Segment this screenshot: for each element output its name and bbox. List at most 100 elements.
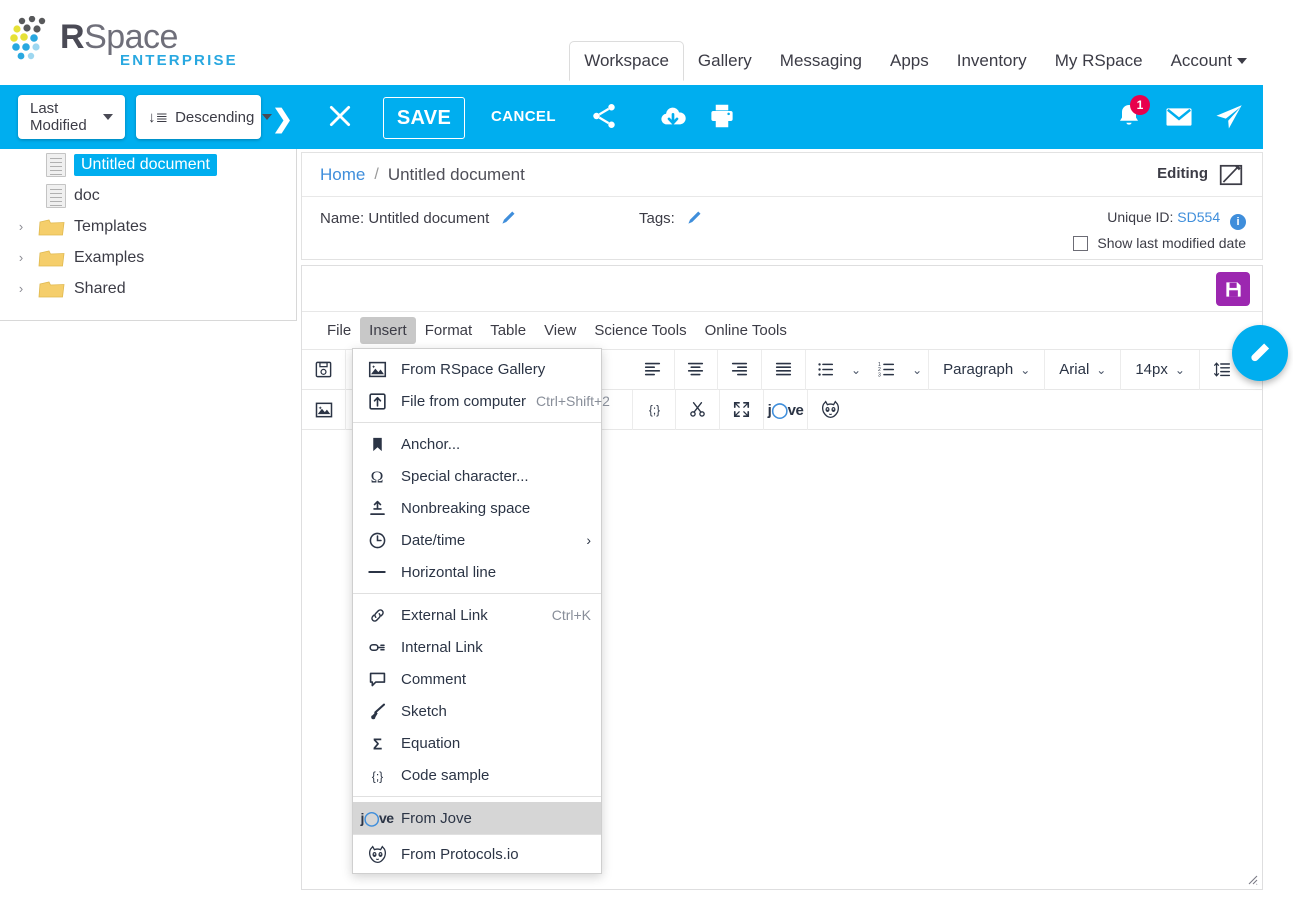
edit-square-icon[interactable]	[1218, 162, 1244, 188]
align-right-button[interactable]	[718, 349, 763, 390]
menu-item-internal-link[interactable]: Internal Link	[353, 631, 601, 663]
printer-icon[interactable]	[707, 101, 737, 131]
expand-arrow-icon[interactable]: ›	[12, 250, 30, 265]
editor-menu-bar: File Insert Format Table View Science To…	[302, 312, 1262, 350]
logo-edition-label: ENTERPRISE	[120, 52, 238, 69]
align-justify-button[interactable]	[762, 349, 807, 390]
nav-item-messaging[interactable]: Messaging	[766, 42, 876, 80]
cut-button[interactable]	[676, 389, 720, 430]
editor-menu-file[interactable]: File	[318, 317, 360, 344]
expand-arrow-icon[interactable]: ›	[12, 219, 30, 234]
cloud-download-icon[interactable]	[657, 101, 689, 133]
rspace-logo[interactable]: RSpace ENTERPRISE	[8, 10, 236, 75]
breadcrumb-home-link[interactable]: Home	[320, 165, 365, 185]
menu-item-file-from-computer[interactable]: File from computer Ctrl+Shift+2	[353, 385, 610, 417]
menu-item-code-sample[interactable]: {;} Code sample	[353, 759, 601, 791]
cancel-button[interactable]: CANCEL	[491, 108, 556, 125]
nav-item-account[interactable]: Account	[1157, 42, 1261, 80]
insert-from-jove-button[interactable]: j◯ve	[764, 389, 808, 430]
align-left-button[interactable]	[631, 349, 675, 390]
menu-item-from-jove[interactable]: j ◯ ve From Jove	[353, 802, 601, 834]
editor-menu-table[interactable]: Table	[481, 317, 535, 344]
close-icon[interactable]	[327, 103, 353, 129]
menu-item-comment[interactable]: Comment	[353, 663, 601, 695]
scissors-icon	[690, 402, 705, 417]
expand-sidebar-button[interactable]: ❯	[272, 107, 293, 132]
menu-item-from-rspace-gallery[interactable]: From RSpace Gallery	[353, 353, 601, 385]
nav-item-gallery[interactable]: Gallery	[684, 42, 766, 80]
tree-item-templates[interactable]: › Templates	[0, 211, 296, 242]
envelope-icon[interactable]	[1163, 101, 1195, 133]
test-tube-icon	[1251, 343, 1270, 362]
fullscreen-button[interactable]	[720, 389, 764, 430]
tree-item-examples[interactable]: › Examples	[0, 242, 296, 273]
sort-field-select[interactable]: Last Modified	[18, 95, 125, 139]
numbered-list-button[interactable]: 1 2 3	[867, 361, 905, 378]
menu-item-anchor[interactable]: Anchor...	[353, 428, 601, 460]
share-nodes-icon[interactable]	[589, 101, 619, 131]
insert-from-protocols-io-button[interactable]	[808, 390, 852, 430]
align-justify-icon	[775, 362, 792, 376]
block-format-select[interactable]: Paragraph ⌄	[929, 361, 1044, 378]
upload-file-icon	[366, 390, 388, 412]
chevron-down-icon	[1237, 58, 1247, 64]
editor-menu-view[interactable]: View	[535, 317, 585, 344]
menu-item-date-time[interactable]: Date/time ›	[353, 524, 601, 556]
menu-item-special-character[interactable]: Ω Special character...	[353, 460, 601, 492]
align-right-icon	[732, 362, 748, 376]
font-size-select[interactable]: 14px ⌄	[1121, 361, 1199, 378]
menu-item-shortcut: Ctrl+K	[551, 607, 591, 623]
block-format-label: Paragraph	[943, 361, 1014, 378]
bullet-list-button[interactable]	[806, 361, 844, 378]
font-size-label: 14px	[1135, 361, 1168, 378]
sigma-icon: Σ	[366, 732, 388, 754]
info-icon[interactable]: i	[1230, 214, 1246, 230]
tree-item-untitled-document[interactable]: › Untitled document	[0, 149, 296, 180]
menu-item-label: From RSpace Gallery	[401, 360, 546, 378]
font-family-select[interactable]: Arial ⌄	[1045, 361, 1120, 378]
insert-image-button[interactable]	[302, 389, 346, 430]
editor-menu-online-tools[interactable]: Online Tools	[696, 317, 796, 344]
nav-item-inventory[interactable]: Inventory	[943, 42, 1041, 80]
insert-image-icon	[315, 402, 332, 417]
menu-item-equation[interactable]: Σ Equation	[353, 727, 601, 759]
nav-item-workspace[interactable]: Workspace	[569, 41, 684, 81]
show-last-modified-checkbox[interactable]	[1073, 235, 1089, 251]
numbered-list-chevron-down-icon[interactable]: ⌄	[912, 363, 922, 377]
menu-item-external-link[interactable]: External Link Ctrl+K	[353, 599, 601, 631]
editor-menu-science-tools[interactable]: Science Tools	[585, 317, 695, 344]
pencil-icon[interactable]	[687, 210, 702, 225]
nav-item-apps[interactable]: Apps	[876, 42, 943, 80]
pencil-icon[interactable]	[501, 210, 516, 225]
code-sample-button[interactable]: {;}	[632, 389, 676, 430]
inventory-fab-button[interactable]	[1232, 325, 1288, 381]
show-last-modified-row[interactable]: Show last modified date	[1073, 235, 1246, 251]
toolbar-save-button[interactable]	[302, 349, 346, 390]
menu-item-label: Internal Link	[401, 638, 483, 656]
horizontal-line-icon	[366, 561, 388, 583]
notifications-button[interactable]: 1	[1114, 95, 1150, 131]
editor-menu-format[interactable]: Format	[416, 317, 482, 344]
menu-item-label: From Jove	[401, 809, 472, 827]
tree-item-shared[interactable]: › Shared	[0, 273, 296, 304]
menu-separator	[353, 796, 601, 797]
document-tags-field: Tags:	[639, 210, 702, 227]
menu-item-sketch[interactable]: Sketch	[353, 695, 601, 727]
menu-item-from-protocols-io[interactable]: From Protocols.io	[353, 835, 601, 873]
sort-order-select[interactable]: ↓≣ Descending	[136, 95, 273, 139]
save-button[interactable]: SAVE	[383, 97, 465, 139]
unique-id-value[interactable]: SD554	[1177, 209, 1220, 225]
nav-item-my-rspace[interactable]: My RSpace	[1041, 42, 1157, 80]
expand-arrow-icon[interactable]: ›	[12, 281, 30, 296]
bullet-list-chevron-down-icon[interactable]: ⌄	[851, 363, 861, 377]
menu-item-label: File from computer	[401, 392, 527, 410]
editor-menu-insert[interactable]: Insert	[360, 317, 416, 344]
tree-item-doc[interactable]: › doc	[0, 180, 296, 211]
paper-plane-icon[interactable]	[1213, 101, 1245, 133]
resize-handle-icon[interactable]	[1246, 873, 1258, 885]
menu-item-horizontal-line[interactable]: Horizontal line	[353, 556, 601, 588]
menu-item-nonbreaking-space[interactable]: Nonbreaking space	[353, 492, 601, 524]
svg-text:3: 3	[878, 372, 881, 378]
align-center-button[interactable]	[675, 349, 719, 390]
quick-save-button[interactable]	[1216, 272, 1250, 306]
